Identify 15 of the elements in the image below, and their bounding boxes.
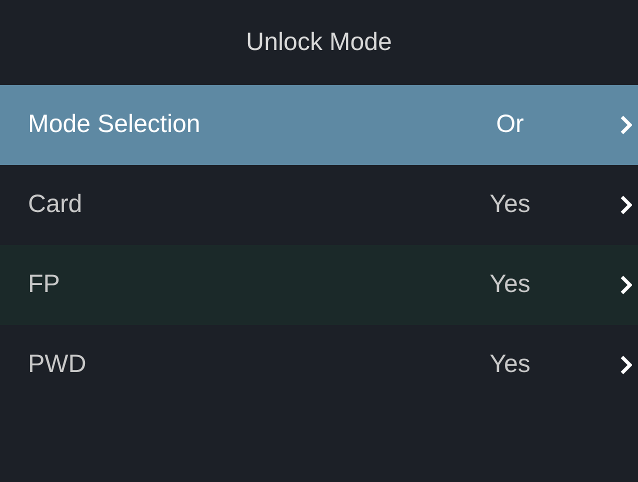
row-value: Yes	[488, 269, 532, 300]
row-value: Yes	[488, 349, 532, 380]
chevron-right-icon	[620, 275, 632, 295]
row-label: Mode Selection	[28, 109, 202, 140]
chevron-right-icon	[620, 115, 632, 135]
row-label: FP	[28, 269, 61, 300]
menu-row[interactable]: FP Yes	[0, 245, 638, 325]
row-value: Yes	[488, 189, 532, 220]
row-value: Or	[495, 109, 525, 140]
chevron-right-icon	[620, 355, 632, 375]
menu-row[interactable]: Mode Selection Or	[0, 85, 638, 165]
screen-title: Unlock Mode	[246, 26, 392, 58]
row-label: Card	[28, 189, 84, 220]
row-label: PWD	[28, 349, 88, 380]
chevron-right-icon	[620, 195, 632, 215]
